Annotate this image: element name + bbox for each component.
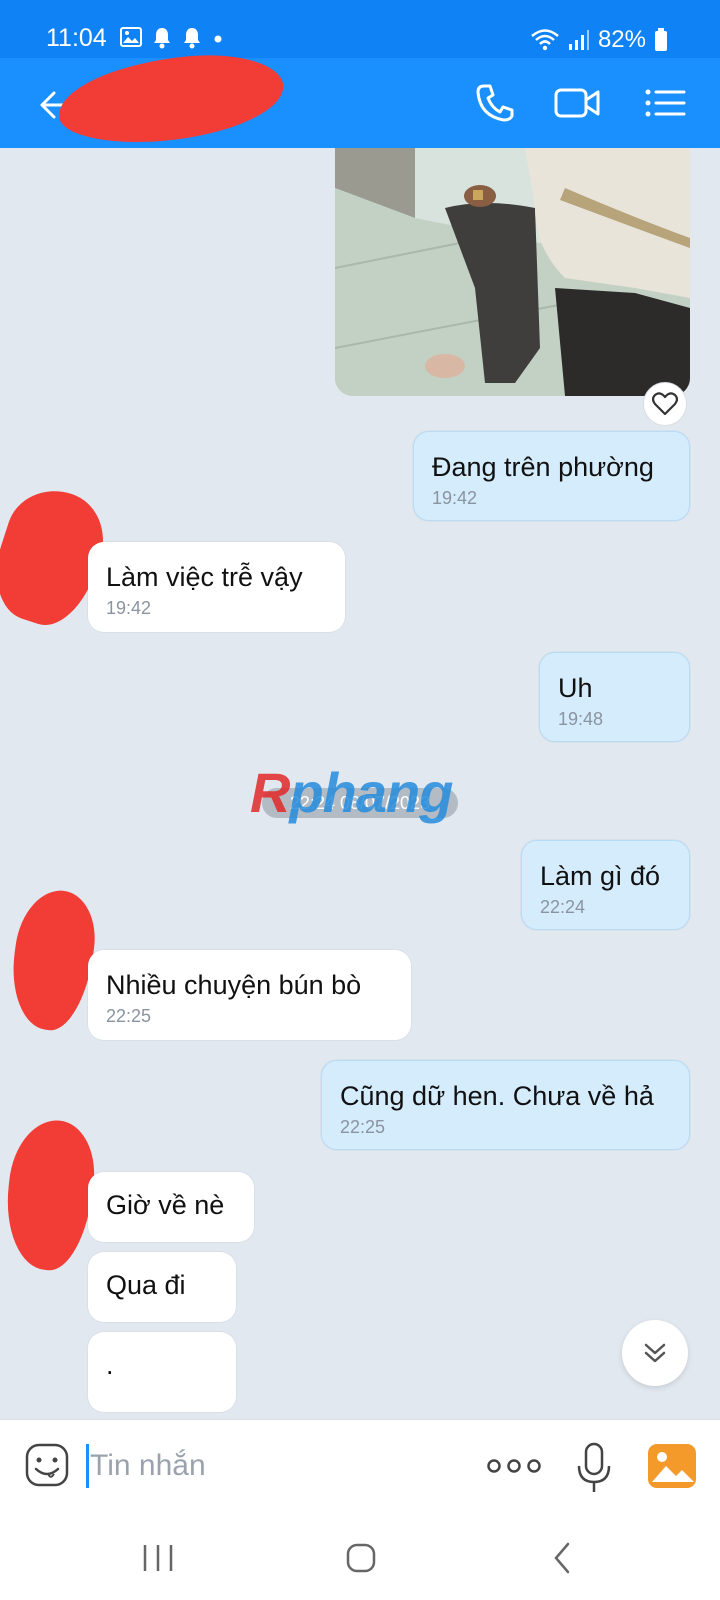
message-input[interactable] [90, 1440, 390, 1492]
message-time: 19:48 [558, 709, 604, 729]
phone-icon[interactable] [470, 78, 520, 128]
notification-icons [120, 27, 224, 49]
message-composer [0, 1419, 720, 1515]
back-icon[interactable] [538, 1533, 588, 1583]
redacted-avatar [0, 1116, 100, 1274]
message-time: 22:25 [340, 1117, 386, 1137]
status-right: 82% [530, 26, 668, 54]
video-call-icon[interactable] [552, 78, 602, 128]
message-bubble-outgoing[interactable]: Cũng dữ hen. Chưa về hả 22:25 [321, 1060, 690, 1150]
gallery-icon[interactable] [646, 1440, 698, 1492]
message-text: . [106, 1350, 114, 1380]
status-bar: 11:04 82% [0, 0, 720, 58]
message-bubble-incoming[interactable]: Giờ về nè [88, 1172, 254, 1242]
microphone-icon[interactable] [574, 1442, 614, 1494]
status-time: 11:04 [46, 24, 107, 52]
message-text: Nhiều chuyện bún bò [106, 970, 362, 1000]
message-bubble-incoming[interactable]: . [88, 1332, 236, 1412]
message-text: Cũng dữ hen. Chưa về hả [340, 1081, 654, 1111]
menu-list-icon[interactable] [640, 78, 690, 128]
scroll-to-bottom-button[interactable] [622, 1320, 688, 1386]
battery-percent: 82% [597, 26, 646, 53]
message-bubble-incoming[interactable]: Làm việc trễ vậy 19:42 [88, 542, 345, 632]
double-chevron-down-icon [644, 1343, 666, 1363]
message-bubble-outgoing[interactable]: Làm gì đó 22:24 [521, 840, 690, 930]
photo-content [335, 148, 690, 396]
message-bubble-outgoing[interactable]: Đang trên phường 19:42 [413, 431, 690, 521]
message-text: Giờ về nè [106, 1190, 225, 1220]
message-bubble-incoming[interactable]: Qua đi [88, 1252, 236, 1322]
dot-icon [214, 35, 222, 43]
battery-icon [655, 28, 667, 51]
message-bubble-incoming[interactable]: Nhiều chuyện bún bò 22:25 [88, 950, 411, 1040]
system-nav-bar [0, 1515, 720, 1600]
message-list[interactable]: Đang trên phường 19:42 Làm việc trễ vậy … [0, 148, 720, 1419]
react-heart-button[interactable] [643, 382, 687, 426]
message-time: 19:42 [106, 598, 152, 618]
message-text: Làm gì đó [540, 861, 661, 891]
text-caret [86, 1444, 89, 1488]
bell-icon [184, 28, 200, 49]
photo-message[interactable] [335, 148, 690, 396]
message-time: 19:42 [432, 488, 478, 508]
recent-apps-icon[interactable] [133, 1533, 183, 1583]
home-icon[interactable] [336, 1533, 386, 1583]
signal-icon [568, 30, 589, 50]
message-text: Qua đi [106, 1270, 186, 1300]
message-bubble-outgoing[interactable]: Uh 19:48 [539, 652, 690, 742]
bell-icon [154, 28, 170, 49]
watermark-r: R [250, 761, 290, 824]
emoji-icon[interactable] [24, 1442, 70, 1488]
message-text: Làm việc trễ vậy [106, 562, 303, 592]
watermark-logo: Rphang [250, 760, 453, 825]
message-text: Uh [558, 673, 593, 703]
gallery-icon [120, 27, 142, 47]
wifi-icon [531, 29, 559, 51]
message-time: 22:24 [540, 897, 586, 917]
redacted-avatar [4, 885, 102, 1035]
heart-icon [652, 392, 678, 416]
watermark-text: phang [289, 761, 453, 824]
message-text: Đang trên phường [432, 452, 654, 482]
redacted-contact-name [54, 48, 288, 150]
more-options-icon[interactable] [486, 1448, 542, 1484]
message-time: 22:25 [106, 1006, 152, 1026]
chat-header [0, 48, 720, 150]
